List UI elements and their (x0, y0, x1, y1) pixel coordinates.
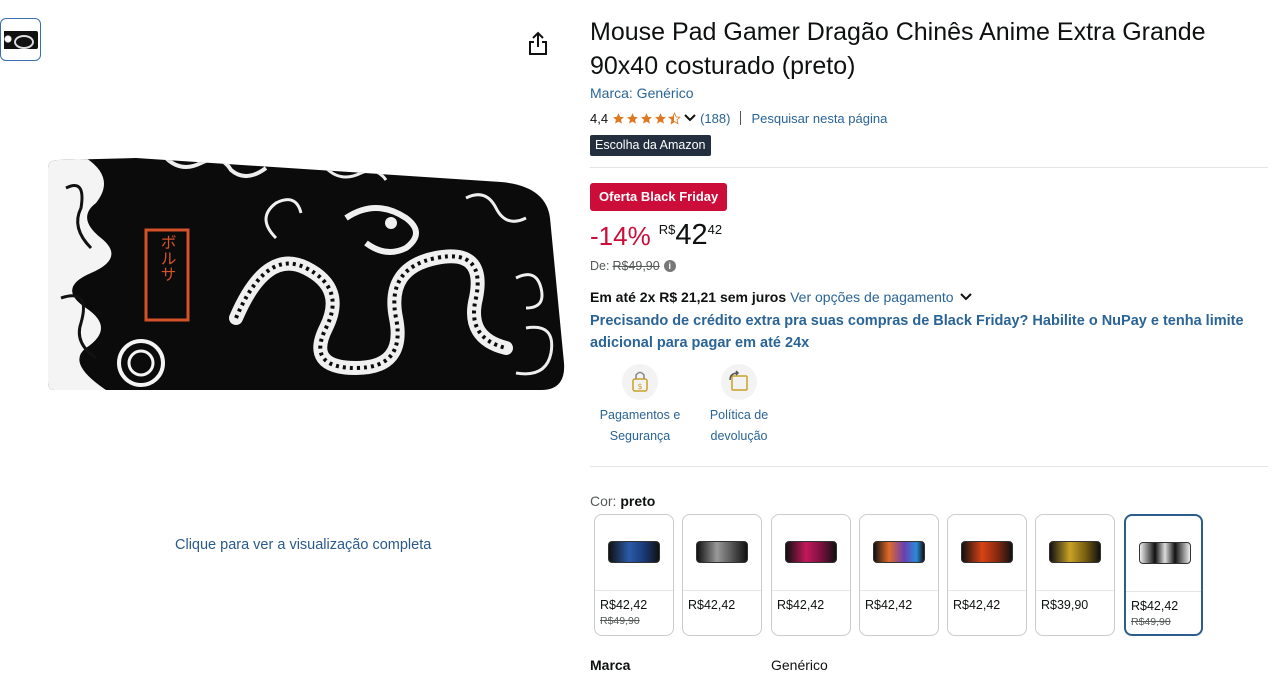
rating-value: 4,4 (590, 110, 609, 126)
pad-japanese-text: ボルサ (158, 234, 177, 282)
swatch-image (860, 515, 938, 591)
secure-payment-icon: $ (622, 364, 658, 400)
color-swatch[interactable]: R$42,42 (682, 514, 762, 636)
price-row: -14% R$ 42 42 (590, 218, 722, 254)
swatch-price: R$42,42 (865, 598, 913, 612)
thumbnail-image[interactable] (0, 18, 41, 61)
feature-payment-security[interactable]: $ Pagamentos e Segurança (594, 364, 686, 447)
separator (740, 111, 742, 125)
price-currency: R$ (658, 222, 676, 237)
divider (590, 167, 1268, 168)
installments-row: Em até 2x R$ 21,21 sem juros Ver opções … (590, 289, 973, 305)
swatch-pad-preview (1049, 541, 1101, 563)
star-icon (613, 112, 624, 124)
color-swatch[interactable]: R$42,42 R$49,90 (594, 514, 674, 636)
feature-label-line2: Segurança (609, 429, 671, 443)
list-price: De: R$49,90 i (590, 259, 676, 273)
chevron-down-icon[interactable] (683, 111, 697, 125)
swatch-image (683, 515, 761, 591)
review-count-link[interactable]: (188) (700, 111, 730, 126)
svg-text:$: $ (637, 382, 642, 391)
swatch-image (595, 515, 673, 591)
half-star-icon (668, 111, 681, 124)
swatch-pad-preview (873, 541, 925, 563)
rating-row: 4,4 (188) Pesquisar nesta página (590, 109, 887, 127)
list-price-value: R$49,90 (612, 259, 660, 273)
swatch-pad-preview (785, 541, 837, 563)
spec-brand-value: Genérico (771, 657, 828, 673)
swatch-old-price: R$49,90 (1131, 616, 1171, 628)
swatch-image (1036, 515, 1114, 591)
swatch-pad-preview (1139, 542, 1191, 564)
payment-options-link[interactable]: Ver opções de pagamento (790, 289, 953, 305)
selected-color: preto (620, 493, 656, 509)
swatch-image (772, 515, 850, 591)
chevron-down-icon[interactable] (959, 290, 973, 304)
swatch-pad-preview (696, 541, 748, 563)
star-rating[interactable] (612, 111, 681, 125)
swatch-old-price: R$49,90 (600, 615, 640, 627)
product-title: Mouse Pad Gamer Dragão Chinês Anime Extr… (590, 18, 1206, 80)
color-label: Cor: preto (590, 493, 655, 509)
black-friday-badge: Oferta Black Friday (590, 183, 728, 211)
feature-return-policy[interactable]: Política de devolução (700, 364, 778, 447)
search-page-link[interactable]: Pesquisar nesta página (751, 111, 887, 126)
swatch-price: R$42,42 (777, 598, 825, 612)
nupay-promo-link[interactable]: Precisando de crédito extra pra suas com… (590, 310, 1260, 354)
swatch-pad-preview (608, 541, 660, 563)
swatch-price: R$39,90 (1041, 598, 1089, 612)
swatch-pad-preview (961, 541, 1013, 563)
return-box-icon (721, 364, 757, 400)
swatch-image (1126, 516, 1201, 592)
info-icon[interactable]: i (663, 260, 676, 272)
color-swatch[interactable]: R$42,42 (771, 514, 851, 636)
list-price-label: De: (590, 259, 610, 273)
swatch-price: R$42,42 (600, 598, 648, 612)
star-icon (627, 112, 638, 124)
brand-link[interactable]: Marca: Genérico (590, 85, 693, 101)
color-swatch[interactable]: R$42,42 (947, 514, 1027, 636)
share-icon[interactable] (527, 31, 549, 57)
color-label-text: Cor: (590, 493, 617, 509)
color-swatch[interactable]: R$42,42 (859, 514, 939, 636)
installments-text: Em até 2x R$ 21,21 sem juros (590, 289, 787, 305)
feature-label-line1: Política de (709, 408, 769, 422)
thumbnail-pad-preview (4, 31, 38, 49)
price-whole: 42 (675, 219, 708, 251)
swatch-image (948, 515, 1026, 591)
swatch-price: R$42,42 (688, 598, 736, 612)
color-swatch[interactable]: R$39,90 (1035, 514, 1115, 636)
feature-label-line2: devolução (710, 429, 768, 443)
main-product-image[interactable]: ボルサ (46, 158, 566, 392)
amazon-choice-badge[interactable]: Escolha da Amazon (590, 135, 711, 156)
spec-brand-label: Marca (590, 657, 631, 673)
price-fraction: 42 (707, 222, 723, 237)
swatch-price: R$42,42 (953, 598, 1001, 612)
star-icon (655, 112, 666, 124)
star-icon (641, 112, 652, 124)
divider (590, 466, 1268, 467)
full-view-link[interactable]: Clique para ver a visualização completa (175, 537, 431, 553)
discount-percentage: -14% (590, 221, 651, 251)
swatch-price: R$42,42 (1131, 599, 1179, 613)
feature-label-line1: Pagamentos e (599, 408, 681, 422)
color-swatch-selected[interactable]: R$42,42 R$49,90 (1124, 514, 1203, 636)
